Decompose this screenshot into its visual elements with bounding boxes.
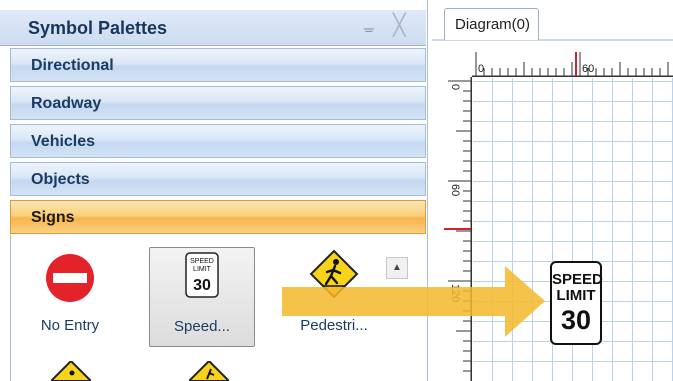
category-label: Objects xyxy=(31,171,90,188)
palette-header: Symbol Palettes ᚚ ╳ xyxy=(0,10,426,46)
vertical-ruler-ticks xyxy=(444,77,472,381)
warning-sign-pedestrian-icon[interactable] xyxy=(189,361,229,381)
ruler-left-label: 120 xyxy=(449,284,461,303)
pedestrian-crossing-icon xyxy=(309,249,359,299)
category-vehicles[interactable]: Vehicles xyxy=(10,124,426,158)
speed-icon-line1: SPEED xyxy=(190,258,214,265)
category-objects[interactable]: Objects xyxy=(10,162,426,196)
horizontal-ruler: 0 60 xyxy=(472,42,673,77)
symbol-item-speed-limit[interactable]: SPEED LIMIT 30 Speed... xyxy=(149,247,255,347)
warning-sign-icon[interactable] xyxy=(51,361,91,381)
ruler-left-label: 60 xyxy=(449,184,461,197)
no-entry-icon xyxy=(46,254,94,302)
scroll-up-button[interactable]: ▲ xyxy=(386,257,408,279)
speed-icon-line2: LIMIT xyxy=(193,266,212,273)
symbol-items-area: No Entry SPEED LIMIT 30 Speed... Pedestr… xyxy=(10,235,426,381)
sign-line3: 30 xyxy=(560,305,592,335)
symbol-item-label: Pedestri... xyxy=(300,317,368,334)
ruler-corner xyxy=(444,42,472,77)
symbol-item-label: Speed... xyxy=(174,318,230,335)
diagram-speed-limit-sign[interactable]: SPEED LIMIT 30 xyxy=(550,261,603,345)
pin-icon[interactable]: ᚚ xyxy=(364,20,374,37)
palette-title: Symbol Palettes xyxy=(28,18,168,38)
ruler-top-label: 60 xyxy=(582,63,595,75)
symbol-item-label: No Entry xyxy=(40,317,100,334)
sign-line1: SPEED xyxy=(552,271,603,288)
category-label: Roadway xyxy=(31,95,102,112)
symbol-item-pedestrian[interactable]: Pedestri... xyxy=(281,247,387,347)
category-directional[interactable]: Directional xyxy=(10,48,426,82)
tab-label: Diagram(0) xyxy=(455,16,531,33)
category-signs[interactable]: Signs xyxy=(10,200,426,234)
ruler-top-label: 0 xyxy=(478,63,485,75)
speed-icon-line3: 30 xyxy=(193,277,211,294)
ruler-left-label: 0 xyxy=(449,84,461,91)
vertical-ruler: 0 60 120 xyxy=(444,77,472,381)
horizontal-ruler-ticks xyxy=(472,52,673,77)
category-label: Signs xyxy=(31,209,75,226)
speed-limit-icon: SPEED LIMIT 30 xyxy=(185,252,219,298)
category-roadway[interactable]: Roadway xyxy=(10,86,426,120)
sign-line2: LIMIT xyxy=(556,287,596,304)
close-icon[interactable]: ╳ xyxy=(393,15,406,36)
tab-diagram[interactable]: Diagram(0) xyxy=(444,8,539,40)
symbol-item-no-entry[interactable]: No Entry xyxy=(17,247,123,347)
category-label: Directional xyxy=(31,57,114,74)
category-label: Vehicles xyxy=(31,133,96,150)
